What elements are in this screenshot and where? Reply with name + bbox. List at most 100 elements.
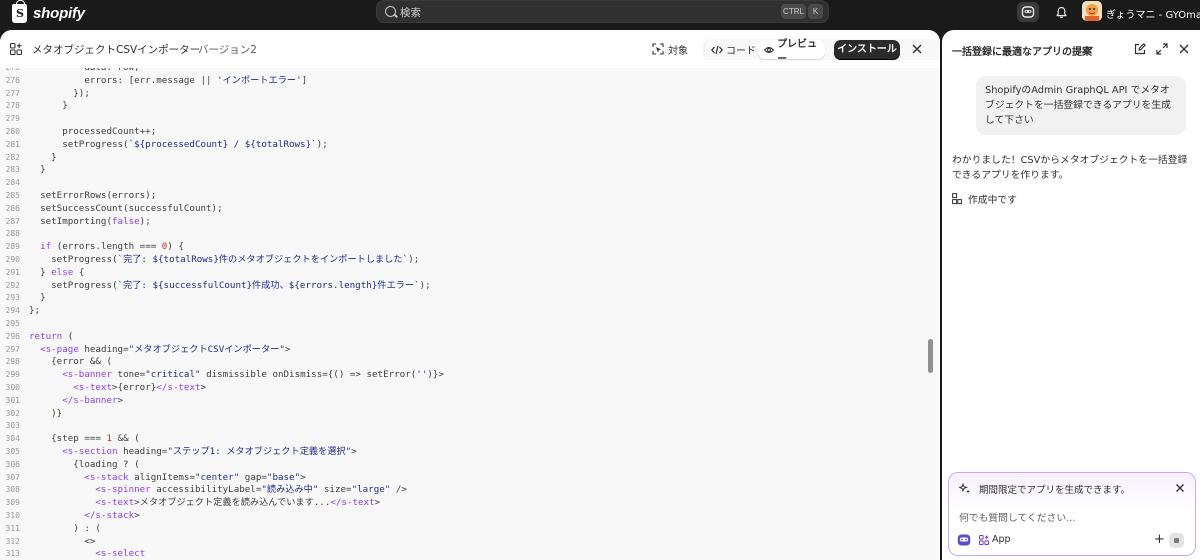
close-icon[interactable]: [1175, 483, 1185, 493]
code-line[interactable]: 282 }: [0, 152, 925, 165]
code-line[interactable]: 287 setImporting(false);: [0, 216, 925, 229]
app-chip[interactable]: App: [979, 534, 1011, 545]
code-line[interactable]: 313 <s-select: [0, 548, 925, 560]
code-line[interactable]: 286 setSuccessCount(successfulCount);: [0, 203, 925, 216]
code-line[interactable]: 283 }: [0, 164, 925, 177]
apps-icon: [10, 43, 22, 55]
code-line[interactable]: 299 <s-banner tone="critical" dismissibl…: [0, 369, 925, 382]
line-number: 278: [5, 101, 20, 111]
line-number: 282: [5, 152, 20, 162]
target-button[interactable]: 対象: [652, 39, 688, 59]
sidekick-button[interactable]: [1017, 2, 1039, 22]
tab-preview[interactable]: プレビュー: [758, 39, 825, 65]
code-line[interactable]: 285 setErrorRows(errors);: [0, 190, 925, 203]
notifications-button[interactable]: [1050, 2, 1072, 22]
chevron-down-icon[interactable]: [1085, 44, 1094, 53]
code-line[interactable]: 288: [0, 228, 925, 241]
working-label: 作成中です: [968, 195, 1017, 206]
code-text: ) : (: [29, 522, 101, 534]
code-line[interactable]: 298 {error && (: [0, 356, 925, 369]
line-number: 304: [5, 434, 20, 444]
line-number: 276: [5, 75, 20, 85]
line-number: 277: [5, 88, 20, 98]
code-icon: [711, 45, 723, 54]
code-line[interactable]: 278 }: [0, 100, 925, 113]
search-input[interactable]: 検索 CTRL K: [376, 0, 829, 23]
line-number: 301: [5, 395, 20, 405]
promo-banner: 期間限定でアプリを生成できます。: [959, 482, 1130, 496]
line-number: 281: [5, 139, 20, 149]
store-name[interactable]: ぎょうマニ - GYOmani: [1106, 6, 1200, 21]
new-chat-icon[interactable]: [1133, 42, 1147, 56]
composer-toolbar: App +: [957, 532, 1189, 550]
expand-icon[interactable]: [1155, 42, 1169, 56]
code-line[interactable]: 276 errors: [err.message || 'インポートエラー']: [0, 75, 925, 88]
code-line[interactable]: 306 {loading ? (: [0, 459, 925, 472]
code-line[interactable]: 301 </s-banner>: [0, 395, 925, 408]
code-line[interactable]: 292 setProgress(`完了: ${successfulCount}件…: [0, 280, 925, 293]
line-number: 295: [5, 319, 20, 328]
code-text: setErrorRows(errors);: [29, 190, 157, 201]
code-line[interactable]: 302 )}: [0, 408, 925, 421]
code-line[interactable]: 293 }: [0, 292, 925, 305]
code-line[interactable]: 279: [0, 113, 925, 126]
line-number: 298: [5, 357, 20, 367]
code-line[interactable]: 294};: [0, 305, 925, 318]
code-line[interactable]: 304 {step === 1 && (: [0, 433, 925, 446]
code-line[interactable]: 297 <s-page heading="メタオブジェクトCSVインポーター">: [0, 344, 925, 357]
code-line[interactable]: 310 </s-stack>: [0, 510, 925, 523]
code-text: <s-text>{error}</s-text>: [73, 382, 207, 393]
line-number: 280: [5, 127, 20, 136]
line-number: 279: [5, 114, 20, 124]
close-icon[interactable]: [909, 41, 925, 57]
code-line[interactable]: 280 processedCount++;: [0, 126, 925, 139]
code-editor[interactable]: 275 data: row,276 errors: [err.message |…: [0, 68, 940, 560]
code-line[interactable]: 303: [0, 420, 925, 433]
line-number: 283: [5, 165, 20, 175]
code-line[interactable]: 309 <s-text>メタオブジェクト定義を読み込んでいます...</s-te…: [0, 497, 925, 510]
sidekick-icon[interactable]: [957, 533, 971, 547]
line-number: 311: [5, 523, 20, 533]
code-text: setSuccessCount(successfulCount);: [29, 202, 223, 214]
install-button[interactable]: インストール: [834, 40, 900, 60]
line-number: 307: [5, 472, 20, 482]
code-line[interactable]: 284: [0, 177, 925, 190]
editor-scrollbar[interactable]: [928, 339, 933, 373]
page-title[interactable]: メタオブジェクトCSVインポーター: [32, 42, 200, 57]
line-number: 285: [5, 191, 20, 200]
store-avatar[interactable]: [1082, 1, 1102, 21]
code-line[interactable]: 291 } else {: [0, 267, 925, 280]
add-attachment-button[interactable]: +: [1154, 532, 1165, 547]
code-line[interactable]: 296 return (: [0, 331, 925, 344]
line-number: 303: [5, 421, 20, 431]
version-label[interactable]: バージョン2: [198, 42, 257, 57]
send-button[interactable]: [1169, 533, 1184, 548]
code-line[interactable]: 289 if (errors.length === 0) {: [0, 241, 925, 254]
code-line[interactable]: 281 setProgress(`${processedCount} / ${t…: [0, 139, 925, 152]
code-text: });: [29, 87, 90, 99]
code-text: }: [29, 100, 68, 112]
code-line[interactable]: 300 <s-text>{error}</s-text>: [0, 382, 925, 395]
user-message: ShopifyのAdmin GraphQL API でメタオブジェクトを一括登録…: [976, 76, 1186, 135]
line-number: 291: [5, 267, 20, 277]
shopify-logo[interactable]: S shopify: [12, 0, 85, 23]
code-line[interactable]: 295: [0, 318, 925, 331]
code-text: {step === 1 && (: [29, 433, 140, 445]
chat-composer: 期間限定でアプリを生成できます。 何でも質問してください... App +: [948, 472, 1196, 556]
code-line[interactable]: 277 });: [0, 88, 925, 101]
code-line[interactable]: 305 <s-section heading="ステップ1: メタオブジェクト定…: [0, 446, 925, 459]
code-line[interactable]: 275 data: row,: [0, 68, 925, 75]
line-number: 286: [5, 203, 20, 213]
conversation-title[interactable]: 一括登録に最適なアプリの提案: [952, 43, 1092, 58]
top-bar: S shopify 検索 CTRL K ぎょうマニ - GYOmani: [0, 0, 1200, 30]
code-line[interactable]: 307 <s-stack alignItems="center" gap="ba…: [0, 472, 925, 485]
code-line[interactable]: 290 setProgress(`完了: ${totalRows}件のメタオブジ…: [0, 254, 925, 267]
code-line[interactable]: 312 <>: [0, 536, 925, 549]
code-line[interactable]: 308 <s-spinner accessibilityLabel="読み込み中…: [0, 484, 925, 497]
working-status: 作成中です: [952, 192, 1017, 206]
code-line[interactable]: 311 ) : (: [0, 523, 925, 536]
chat-input[interactable]: 何でも質問してください...: [959, 510, 1076, 524]
close-icon[interactable]: [1177, 42, 1191, 56]
shortcut-ctrl-badge: CTRL: [781, 4, 806, 19]
sidekick-header: 一括登録に最適なアプリの提案: [942, 30, 1200, 68]
